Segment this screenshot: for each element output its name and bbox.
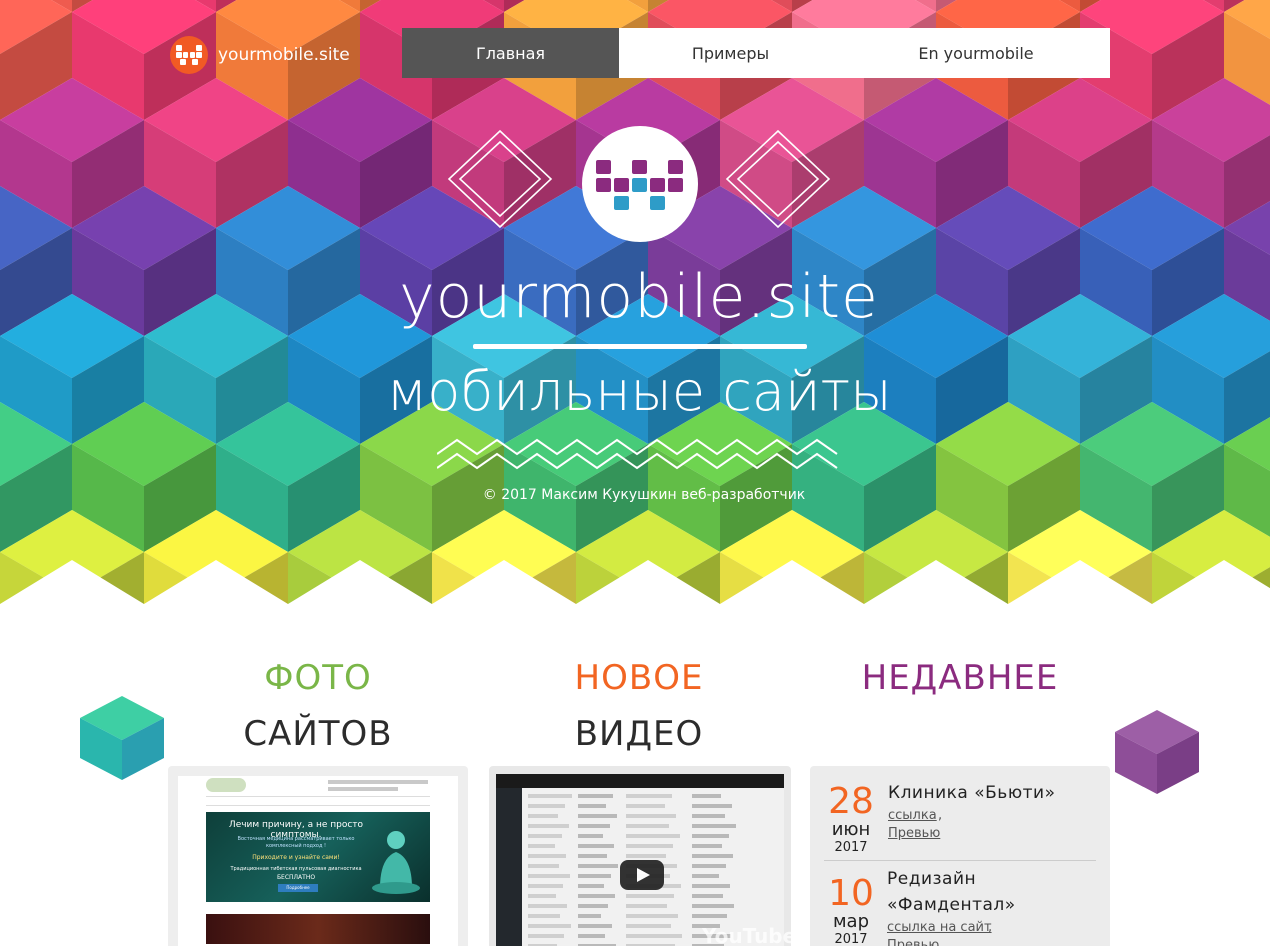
news-title: Клиника «Бьюти»: [888, 783, 1056, 803]
tab-home[interactable]: Главная: [402, 28, 619, 78]
banner-cta-text: Приходите и узнайте сами!: [252, 854, 340, 861]
brand[interactable]: yourmobile.site: [170, 36, 350, 74]
banner-button: Подробнее: [278, 884, 318, 892]
copyright-text: © 2017 Максим Кукушкин веб-разработчик: [482, 487, 806, 503]
banner-offer: Традиционная тибетская пульсовая диагнос…: [230, 866, 362, 872]
news-year: 2017: [834, 840, 868, 855]
hero-subtitle: мобильные сайты: [386, 360, 892, 423]
recent-news-card: 28 июн 2017 Клиника «Бьюти» ссылка, Прев…: [810, 766, 1110, 946]
column-title-line2: САЙТОВ: [243, 714, 393, 754]
admin-sidebar: [496, 788, 522, 946]
site-menu-bar: [206, 796, 430, 806]
youtube-watermark: YouTube: [702, 924, 791, 946]
news-day: 10: [828, 873, 874, 914]
news-date: 28 июн 2017: [824, 784, 878, 856]
news-preview-link[interactable]: Превью: [887, 938, 939, 946]
brand-logo-icon: [170, 36, 208, 74]
site-gallery-strip: [206, 914, 430, 944]
column-title-line2: ВИДЕО: [574, 714, 704, 754]
banner-free: БЕСПЛАТНО: [276, 874, 316, 881]
site-screenshot: Лечим причину, а не просто симптомы. Вос…: [178, 776, 458, 946]
news-preview-link[interactable]: Превью: [888, 826, 940, 841]
column-title-line1: ФОТО: [264, 658, 372, 698]
play-icon: [637, 868, 650, 882]
purple-cube-icon: [1115, 710, 1199, 794]
main-nav: Главная Примеры En yourmobile: [402, 28, 1110, 78]
news-month: июн: [831, 819, 871, 840]
buddha-statue-icon: [372, 831, 420, 894]
site-hero-banner: Лечим причину, а не просто симптомы. Вос…: [206, 812, 430, 902]
teal-cube-icon: [80, 696, 164, 780]
video-player[interactable]: YouTube: [496, 774, 791, 946]
news-date: 10 мар 2017: [824, 876, 878, 946]
column-title-recent: НЕДАВНЕЕ: [810, 650, 1110, 706]
hero-title: yourmobile.site: [399, 262, 879, 332]
video-card[interactable]: YouTube: [489, 766, 791, 946]
tab-examples[interactable]: Примеры: [619, 28, 842, 78]
column-title-line1: НОВОЕ: [574, 658, 704, 698]
diamond-ornament-right-icon: [725, 129, 831, 229]
zigzag-ornament-icon: [437, 438, 838, 470]
tab-english[interactable]: En yourmobile: [842, 28, 1110, 78]
site-photo-card[interactable]: Лечим причину, а не просто симптомы. Вос…: [168, 766, 468, 946]
news-link[interactable]: ссылка: [888, 808, 937, 823]
site-emblem-icon: [582, 126, 698, 242]
column-title-video: НОВОЕ ВИДЕО: [489, 650, 789, 762]
play-button[interactable]: [620, 860, 664, 890]
news-separator: [824, 860, 1096, 861]
news-year: 2017: [834, 932, 868, 946]
site-logo-icon: [206, 778, 246, 792]
column-title-photos: ФОТО САЙТОВ: [168, 650, 468, 762]
hero-divider: [473, 344, 807, 349]
news-day: 28: [828, 781, 874, 822]
banner-text: Восточная медицина рассматривает только …: [237, 836, 355, 849]
brand-name: yourmobile.site: [218, 45, 350, 65]
column-title-line1: НЕДАВНЕЕ: [861, 658, 1059, 698]
hero-banner: yourmobile.site Главная Примеры En yourm…: [0, 0, 1270, 610]
diamond-ornament-left-icon: [447, 129, 553, 229]
news-title-line2: «Фамдентал»: [887, 895, 1016, 915]
news-month: мар: [832, 911, 870, 932]
news-link[interactable]: ссылка на сайт: [887, 920, 992, 935]
news-title: Редизайн: [887, 869, 977, 889]
